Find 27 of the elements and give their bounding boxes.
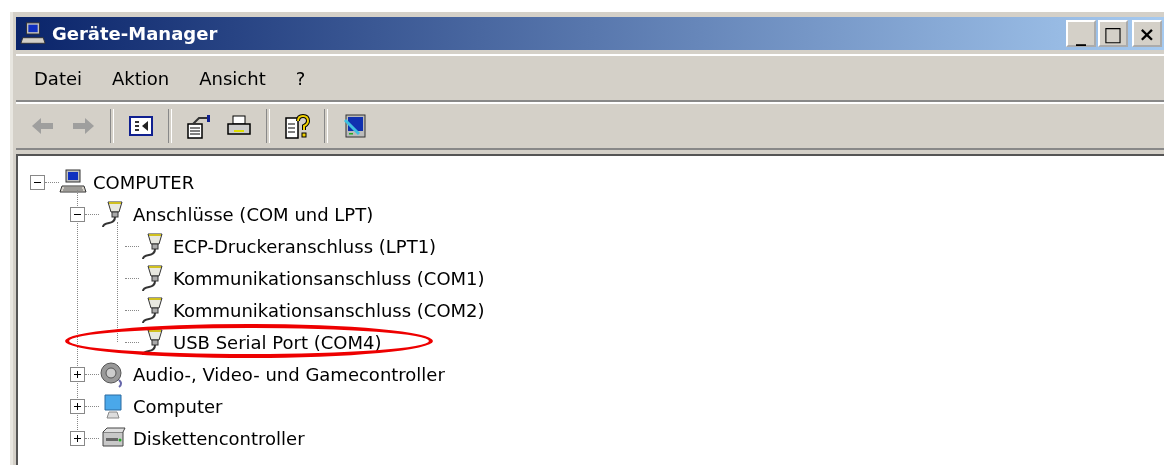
menu-item[interactable]: Datei [34,67,83,89]
computer-icon [59,168,87,196]
tree-item[interactable]: Computer [133,395,223,417]
tree-item[interactable]: Kommunikationsanschluss (COM1) [173,267,485,289]
plus-icon [73,401,82,411]
maximize-button[interactable]: □ [1098,20,1128,47]
expand-toggle[interactable] [70,398,85,414]
tree-item[interactable]: Diskettencontroller [133,427,305,449]
tree-item[interactable]: Audio-, Video- und Gamecontroller [133,363,445,385]
window-title: Geräte-Manager [52,23,218,44]
tree-item[interactable]: Kommunikationsanschluss (COM2) [173,299,485,321]
menu-item[interactable]: Aktion [112,67,170,89]
tree-item[interactable]: Anschlüsse (COM und LPT) [133,203,374,225]
collapse-toggle[interactable] [70,206,85,222]
minimize-button[interactable]: _ [1066,20,1096,47]
plus-icon [73,369,82,379]
menu-item[interactable]: Ansicht [199,67,266,89]
menu-item[interactable]: ? [295,67,306,89]
close-button[interactable]: × [1132,20,1162,47]
computer-icon [20,20,46,47]
tree-item[interactable]: USB Serial Port (COM4) [173,331,382,353]
expand-toggle[interactable] [70,366,85,382]
plus-icon [73,433,82,443]
expand-toggle[interactable] [70,430,85,446]
tree-item[interactable]: COMPUTER [93,171,195,193]
tree-item[interactable]: ECP-Druckeranschluss (LPT1) [173,235,437,257]
collapse-toggle[interactable] [30,174,45,190]
